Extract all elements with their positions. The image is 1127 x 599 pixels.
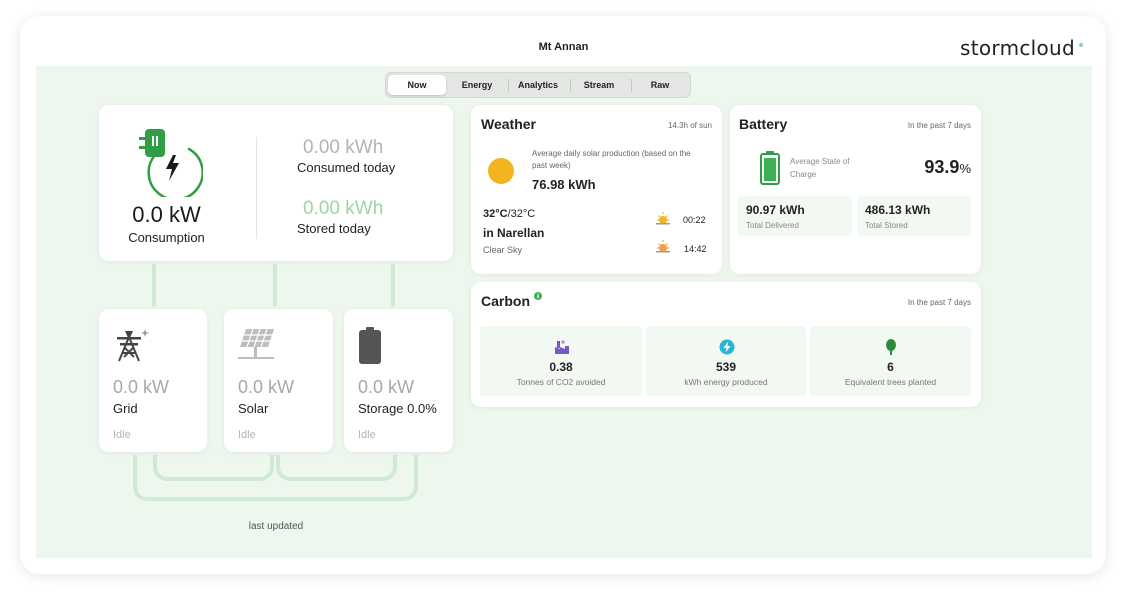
stored-today-label: Stored today xyxy=(297,221,371,236)
sunrise-icon xyxy=(656,212,670,225)
last-updated: last updated xyxy=(248,521,304,532)
soc-value: 93.9 xyxy=(924,157,960,177)
storage-card[interactable]: 0.0 kW Storage 0.0% Idle xyxy=(344,309,453,452)
solar-card[interactable]: 0.0 kW Solar Idle xyxy=(224,309,333,452)
consumed-today-label: Consumed today xyxy=(297,160,396,175)
flow-connector-storage xyxy=(391,264,395,306)
battery-title: Battery xyxy=(739,116,788,132)
temperature: 32°C/32°C xyxy=(483,208,535,220)
tree-icon xyxy=(886,339,896,355)
storage-label: Storage 0.0% xyxy=(358,401,437,416)
weather-title: Weather xyxy=(481,116,536,132)
energy-produced-value: 539 xyxy=(715,360,737,374)
trees-planted-box: 6 Equivalent trees planted xyxy=(810,326,971,396)
sun-hours: 14.3h of sun xyxy=(667,121,712,130)
flow-loop-grid-storage xyxy=(133,455,418,501)
flow-connector-grid xyxy=(152,264,156,306)
tab-now[interactable]: Now xyxy=(388,75,446,95)
battery-card: Battery In the past 7 days Average State… xyxy=(730,105,981,274)
lightning-icon xyxy=(719,339,735,355)
total-delivered-label: Total Delivered xyxy=(746,221,799,230)
tab-analytics[interactable]: Analytics xyxy=(509,75,567,95)
sunrise-time: 00:22 xyxy=(683,215,706,225)
carbon-title: Carbon xyxy=(481,293,530,309)
battery-icon xyxy=(359,327,381,364)
brand-logo-dot xyxy=(1079,43,1083,47)
consumption-label: Consumption xyxy=(128,230,205,245)
sunset-time: 14:42 xyxy=(684,244,707,254)
total-delivered-value: 90.97 kWh xyxy=(746,203,805,217)
solar-label: Solar xyxy=(238,401,269,416)
grid-label: Grid xyxy=(113,401,138,416)
co2-avoided-label: Tonnes of CO2 avoided xyxy=(516,377,606,387)
tab-raw[interactable]: Raw xyxy=(631,75,689,95)
carbon-period: In the past 7 days xyxy=(907,298,971,307)
weather-condition: Clear Sky xyxy=(483,245,523,255)
battery-period: In the past 7 days xyxy=(907,121,971,130)
soc-label: Average State of Charge xyxy=(790,157,850,179)
energy-produced-label: kWh energy produced xyxy=(684,377,768,387)
sunset-icon xyxy=(656,240,670,253)
soc-readout: 93.9% xyxy=(924,157,971,178)
solar-production-desc: Average daily solar production (based on… xyxy=(532,149,691,170)
plug-bolt-icon xyxy=(139,129,203,197)
view-tabs: Now Energy Analytics Stream Raw xyxy=(385,72,691,98)
info-icon[interactable] xyxy=(534,292,542,300)
brand-logo[interactable]: stormcloud xyxy=(960,36,1075,60)
solar-panel-icon xyxy=(238,328,274,359)
battery-level-icon xyxy=(760,151,780,185)
energy-produced-box: 539 kWh energy produced xyxy=(646,326,806,396)
factory-icon xyxy=(555,340,569,354)
weather-location: in Narellan xyxy=(483,226,545,240)
grid-status: Idle xyxy=(113,429,131,441)
total-delivered-box: 90.97 kWh Total Delivered xyxy=(738,196,852,236)
total-stored-value: 486.13 kWh xyxy=(865,203,931,217)
co2-avoided-value: 0.38 xyxy=(549,360,573,374)
consumption-card: 0.0 kW Consumption 0.00 kWh Consumed tod… xyxy=(99,105,453,261)
tab-energy[interactable]: Energy xyxy=(448,75,506,95)
storage-power-value: 0.0 kW xyxy=(358,377,415,397)
trees-planted-label: Equivalent trees planted xyxy=(844,377,937,387)
tab-stream[interactable]: Stream xyxy=(570,75,628,95)
co2-avoided-box: 0.38 Tonnes of CO2 avoided xyxy=(480,326,642,396)
temperature-low: /32°C xyxy=(507,208,536,220)
consumed-today-value: 0.00 kWh xyxy=(303,137,384,158)
total-stored-box: 486.13 kWh Total Stored xyxy=(857,196,971,236)
carbon-card: Carbon In the past 7 days 0.38 Tonnes of… xyxy=(471,282,981,407)
flow-connector-solar xyxy=(273,264,277,306)
divider xyxy=(256,137,257,239)
soc-unit: % xyxy=(959,161,971,176)
stored-today-value: 0.00 kWh xyxy=(303,198,384,219)
storage-status: Idle xyxy=(358,429,376,441)
site-title: Mt Annan xyxy=(538,41,589,53)
trees-planted-value: 6 xyxy=(887,360,894,374)
consumption-value: 0.0 kW xyxy=(132,202,201,227)
solar-status: Idle xyxy=(238,429,256,441)
total-stored-label: Total Stored xyxy=(865,221,908,230)
power-tower-icon xyxy=(117,329,149,362)
weather-card: Weather 14.3h of sun Average daily solar… xyxy=(471,105,722,274)
temperature-high: 32°C xyxy=(483,208,508,220)
solar-production-value: 76.98 kWh xyxy=(532,177,596,192)
sun-icon xyxy=(488,158,514,184)
solar-power-value: 0.0 kW xyxy=(238,377,295,397)
grid-power-value: 0.0 kW xyxy=(113,377,170,397)
grid-card[interactable]: 0.0 kW Grid Idle xyxy=(99,309,207,452)
